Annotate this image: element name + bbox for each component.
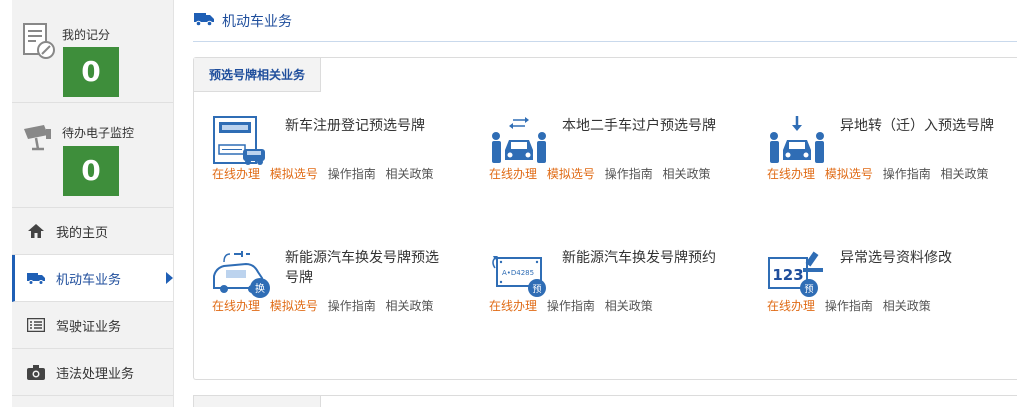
service-abnormal-edit: 123 预 异常选号资料修改 在线办理 操作指南 相关政策: [767, 248, 1017, 338]
edit-badge-text: 预: [804, 284, 813, 295]
service-title: 新能源汽车换发号牌预选号牌: [285, 250, 439, 286]
sidebar-item-label: 机动车业务: [56, 272, 122, 288]
score-document-icon: [23, 23, 55, 59]
sidebar-item-vehicle[interactable]: 机动车业务: [12, 255, 173, 302]
service-title: 异地转（迁）入预选号牌: [840, 118, 994, 134]
link-online-apply[interactable]: 在线办理: [767, 167, 815, 181]
sidebar-item-license[interactable]: 驾驶证业务: [12, 302, 173, 349]
sidebar-item-label: 我的主页: [56, 225, 109, 241]
appointment-badge-text: 预: [532, 284, 541, 295]
plate-text: A•D4285: [502, 269, 534, 277]
link-policy[interactable]: 相关政策: [663, 167, 711, 181]
service-title: 新能源汽车换发号牌预约: [562, 250, 716, 266]
surveillance-camera-icon: [24, 125, 51, 151]
used-car-transfer-icon: [492, 117, 546, 163]
service-title: 异常选号资料修改: [840, 250, 952, 266]
sidebar-item-home[interactable]: 我的主页: [12, 208, 173, 255]
sidebar-item-label: 驾驶证业务: [56, 319, 122, 335]
tab-plate-preselect[interactable]: 预选号牌相关业务: [194, 58, 321, 92]
link-simulate-select[interactable]: 模拟选号: [547, 167, 595, 181]
service-links: 在线办理 模拟选号 操作指南 相关政策: [212, 297, 440, 314]
pending-monitor-value: 0: [63, 146, 119, 196]
ev-badge-text: 换: [255, 282, 265, 295]
pending-monitor-block[interactable]: 待办电子监控 0: [12, 103, 173, 208]
service-title: 本地二手车过户预选号牌: [562, 118, 716, 134]
camera-icon: [26, 364, 46, 380]
my-score-value: 0: [63, 47, 119, 97]
link-policy[interactable]: 相关政策: [386, 299, 434, 313]
service-transfer-in: 异地转（迁）入预选号牌 在线办理 模拟选号 操作指南 相关政策: [767, 116, 1017, 206]
pending-monitor-label: 待办电子监控: [62, 126, 135, 140]
link-policy[interactable]: 相关政策: [386, 167, 434, 181]
service-title: 新车注册登记预选号牌: [285, 118, 425, 134]
link-policy[interactable]: 相关政策: [605, 299, 653, 313]
service-links: 在线办理 模拟选号 操作指南 相关政策: [489, 165, 717, 182]
new-car-plate-icon: [213, 116, 265, 165]
service-links: 在线办理 模拟选号 操作指南 相关政策: [767, 165, 995, 182]
link-online-apply[interactable]: 在线办理: [489, 167, 537, 181]
next-panel: [193, 395, 1017, 407]
link-guide[interactable]: 操作指南: [883, 167, 931, 181]
next-panel-tab[interactable]: [194, 396, 321, 407]
service-links: 在线办理 操作指南 相关政策: [767, 297, 937, 314]
link-guide[interactable]: 操作指南: [328, 167, 376, 181]
link-simulate-select[interactable]: 模拟选号: [270, 299, 318, 313]
link-policy[interactable]: 相关政策: [883, 299, 931, 313]
abnormal-edit-icon: 123 预: [768, 251, 823, 297]
service-ev-plate-change: 换 新能源汽车换发号牌预选号牌 在线办理 模拟选号 操作指南 相关政策: [212, 248, 482, 338]
link-guide[interactable]: 操作指南: [547, 299, 595, 313]
service-used-car-transfer: 本地二手车过户预选号牌 在线办理 模拟选号 操作指南 相关政策: [489, 116, 759, 206]
page-header: 机动车业务: [193, 0, 1017, 42]
sidebar-item-violation[interactable]: 违法处理业务: [12, 349, 173, 396]
license-icon: [26, 317, 46, 333]
plate-preselect-panel: 预选号牌相关业务 新车注册登记预选号牌 在线办理 模拟选号 操作指南 相关政策: [193, 57, 1017, 380]
main-content: 机动车业务 预选号牌相关业务 新车注册登记预选号牌 在线办理 模拟选号 操作指南: [193, 0, 1017, 407]
link-simulate-select[interactable]: 模拟选号: [825, 167, 873, 181]
link-policy[interactable]: 相关政策: [941, 167, 989, 181]
service-links: 在线办理 模拟选号 操作指南 相关政策: [212, 165, 440, 182]
car-icon: [26, 270, 46, 286]
ev-plate-change-icon: 换: [213, 251, 270, 298]
sidebar: 我的记分 0 待办电子监控 0 我的主页 机动车业务 驾驶证业务 违法处理业务: [12, 0, 174, 407]
service-new-car-plate: 新车注册登记预选号牌 在线办理 模拟选号 操作指南 相关政策: [212, 116, 482, 206]
my-score-block[interactable]: 我的记分 0: [12, 0, 173, 103]
link-online-apply[interactable]: 在线办理: [767, 299, 815, 313]
plate-number-text: 123: [772, 266, 803, 284]
service-ev-appointment: A•D4285 预 新能源汽车换发号牌预约 在线办理 操作指南 相关政策: [489, 248, 759, 338]
ev-appointment-icon: A•D4285 预: [492, 256, 546, 297]
service-links: 在线办理 操作指南 相关政策: [489, 297, 659, 314]
my-score-label: 我的记分: [62, 28, 111, 42]
link-simulate-select[interactable]: 模拟选号: [270, 167, 318, 181]
transfer-in-icon: [770, 116, 824, 163]
link-online-apply[interactable]: 在线办理: [212, 299, 260, 313]
active-arrow-icon: [166, 272, 173, 284]
home-icon: [26, 223, 46, 239]
link-guide[interactable]: 操作指南: [328, 299, 376, 313]
sidebar-item-label: 违法处理业务: [56, 366, 135, 382]
link-guide[interactable]: 操作指南: [605, 167, 653, 181]
link-online-apply[interactable]: 在线办理: [212, 167, 260, 181]
link-online-apply[interactable]: 在线办理: [489, 299, 537, 313]
truck-icon: [194, 11, 214, 31]
page-title: 机动车业务: [222, 13, 292, 30]
link-guide[interactable]: 操作指南: [825, 299, 873, 313]
